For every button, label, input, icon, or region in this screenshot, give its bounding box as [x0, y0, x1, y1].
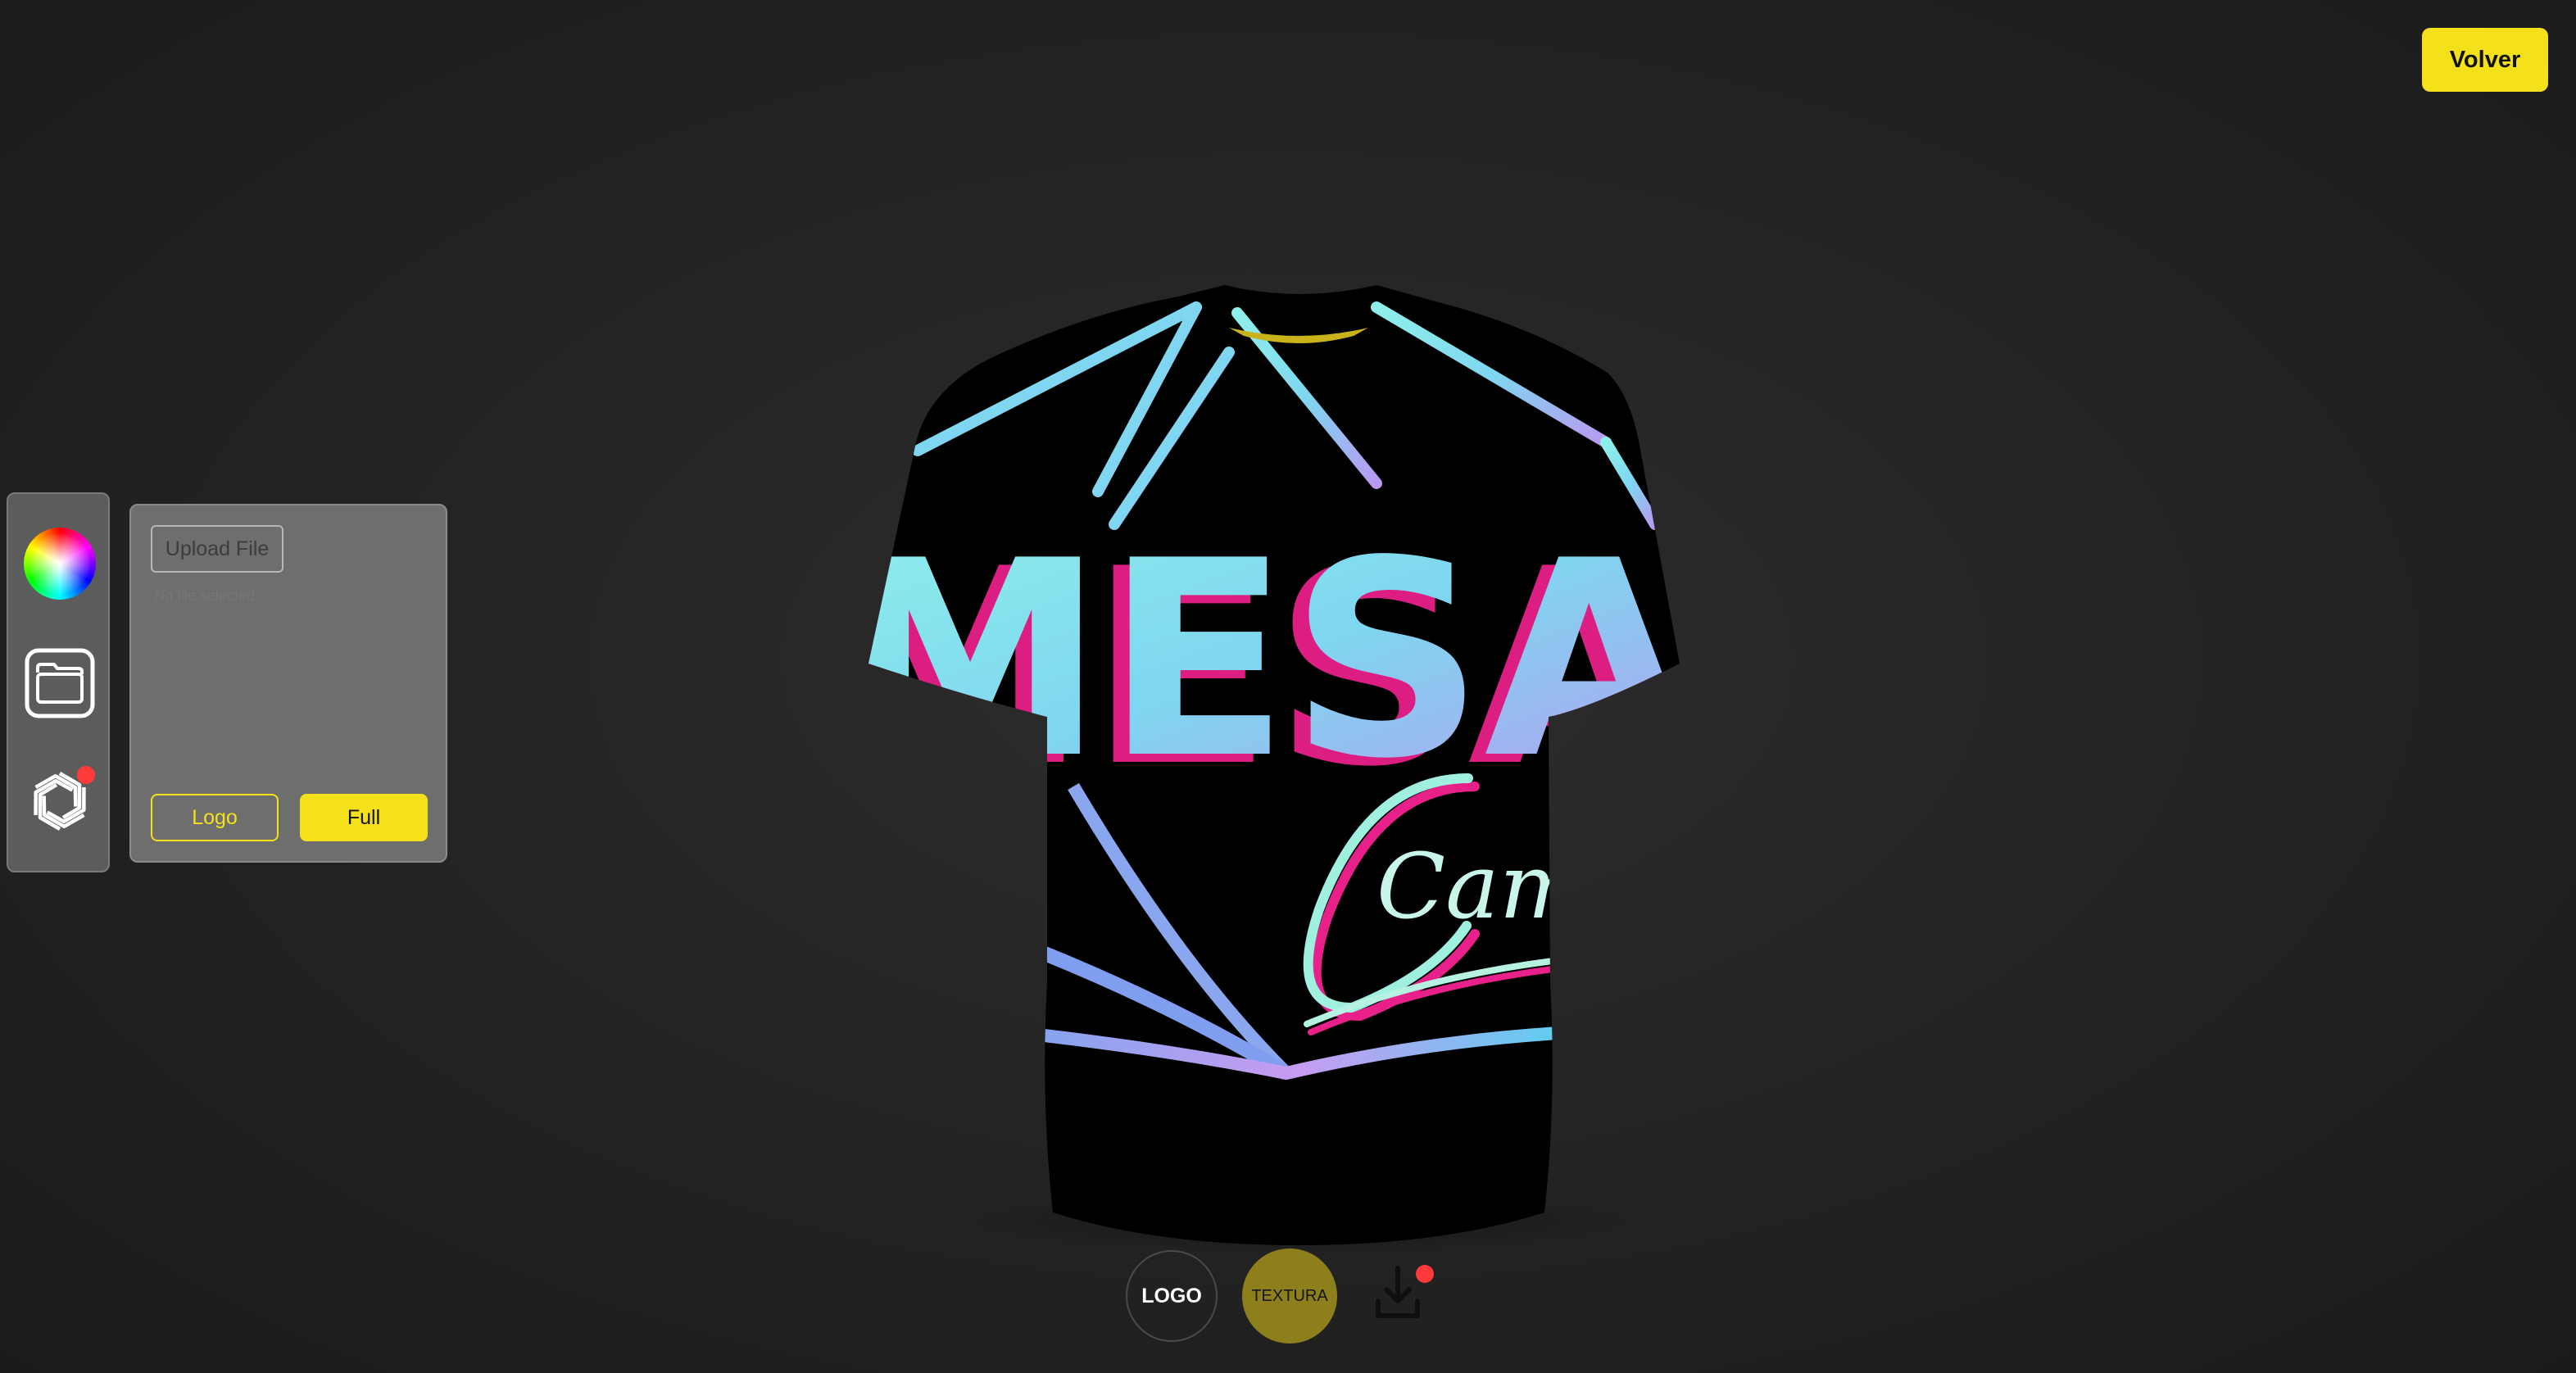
upload-file-button[interactable]: Upload File [151, 525, 283, 573]
file-status-text: No file selected [154, 587, 256, 604]
editor-tabs-toolbar [7, 492, 110, 872]
color-picker-tab[interactable] [23, 527, 97, 600]
logo-mode-button[interactable]: LOGO [1126, 1250, 1218, 1342]
download-button[interactable] [1373, 1262, 1437, 1325]
volver-button[interactable]: Volver [2422, 28, 2548, 92]
shirt-canvas[interactable]: MESA MESA Cam [852, 279, 1745, 1262]
notification-dot [77, 766, 95, 784]
apply-logo-button[interactable]: Logo [151, 794, 279, 841]
ai-picker-tab[interactable] [23, 764, 97, 838]
apply-full-button[interactable]: Full [300, 794, 428, 841]
file-picker-panel: Upload File No file selected Logo Full [129, 504, 447, 863]
color-wheel-icon [24, 528, 96, 600]
folder-icon [25, 648, 95, 718]
file-picker-tab[interactable] [23, 646, 97, 720]
texture-mode-button[interactable]: TEXTURA [1242, 1248, 1337, 1344]
shirt-texture-text: MESA [852, 503, 1695, 818]
shirt-script-text: Cam [1376, 834, 1585, 939]
download-notification-dot [1416, 1265, 1434, 1283]
